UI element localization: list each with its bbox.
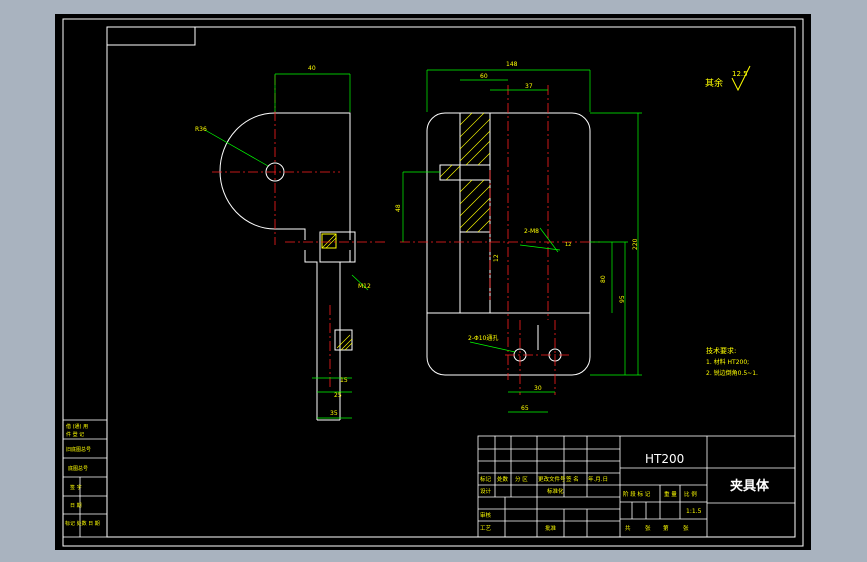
- height-80-dim: 80: [600, 275, 607, 283]
- tech-req-line-2: 2. 锐边倒角0.5~1.: [706, 369, 758, 377]
- left-bottom-25-dim: 25: [334, 392, 342, 399]
- height-220-dim: 220: [632, 238, 639, 250]
- row1-cell: 年.月.日: [588, 475, 608, 483]
- stage-label: 阶 段 标 记: [623, 490, 651, 498]
- scale-label: 比 例: [684, 490, 697, 498]
- row1-cell: 标记: [480, 475, 492, 483]
- left-thread-dim: M12: [358, 283, 371, 290]
- row1-cell: 分 区: [515, 475, 528, 483]
- left-top-width-dim: 40: [308, 65, 316, 72]
- bottom-30-dim: 30: [534, 385, 542, 392]
- height-95-dim: 95: [619, 295, 626, 303]
- left-bottom-35-dim: 35: [330, 410, 338, 417]
- material-text: HT200: [645, 452, 684, 466]
- side-table-cell: 旧底图总号: [66, 446, 91, 453]
- roughness-label: 其余: [705, 77, 723, 89]
- overall-width-dim: 148: [506, 61, 518, 68]
- weight-label: 重 量: [664, 490, 677, 498]
- roughness-value: 12.5: [732, 70, 748, 78]
- sheet-unit: 张: [683, 524, 689, 532]
- hole-thread-label: 2-M8: [524, 228, 539, 235]
- scale-value: 1:1.5: [686, 508, 702, 515]
- side-table-cell: 件 登 记: [66, 431, 84, 438]
- side-table-cell: 签 字: [70, 484, 82, 491]
- part-name: 夹具体: [730, 478, 770, 494]
- dim-12: 12: [565, 242, 571, 248]
- dim-12-vertical: 12: [493, 254, 500, 262]
- approve-label: 批准: [545, 524, 557, 532]
- side-table-cell: 借 (通) 用: [66, 423, 88, 430]
- bottom-65-dim: 65: [521, 405, 529, 412]
- process-label: 工艺: [480, 525, 492, 532]
- left-radius-dim: R36: [195, 126, 207, 133]
- row1-cell: 签 名: [566, 475, 579, 483]
- left-bottom-15-dim: 15: [340, 377, 348, 384]
- check-label: 审核: [480, 511, 492, 519]
- height-48-dim: 48: [395, 204, 402, 212]
- sheet-number: 第: [663, 524, 669, 532]
- tech-req-line-1: 1. 材料 HT200;: [706, 358, 749, 366]
- sheets-unit: 张: [645, 524, 651, 532]
- through-holes-label: 2-Φ10通孔: [468, 334, 498, 342]
- side-table-cell: 底图总号: [68, 465, 88, 472]
- sheets-total: 共: [625, 524, 631, 532]
- width-60-dim: 60: [480, 73, 488, 80]
- side-table-cell: 日 期: [70, 503, 82, 509]
- width-37-dim: 37: [525, 83, 533, 90]
- row1-cell: 处数: [497, 475, 509, 483]
- drawing-background: [55, 14, 811, 550]
- side-table-cell: 标记 处数 日 期: [65, 520, 100, 527]
- standard-label: 标准化: [547, 487, 564, 495]
- row1-cell: 更改文件号: [538, 475, 566, 483]
- design-label: 设计: [480, 487, 492, 495]
- tech-req-title: 技术要求:: [706, 346, 736, 355]
- cad-drawing-canvas: 其余 12.5 40 R36 M12 15 25 35 148 60 37 48…: [55, 14, 811, 550]
